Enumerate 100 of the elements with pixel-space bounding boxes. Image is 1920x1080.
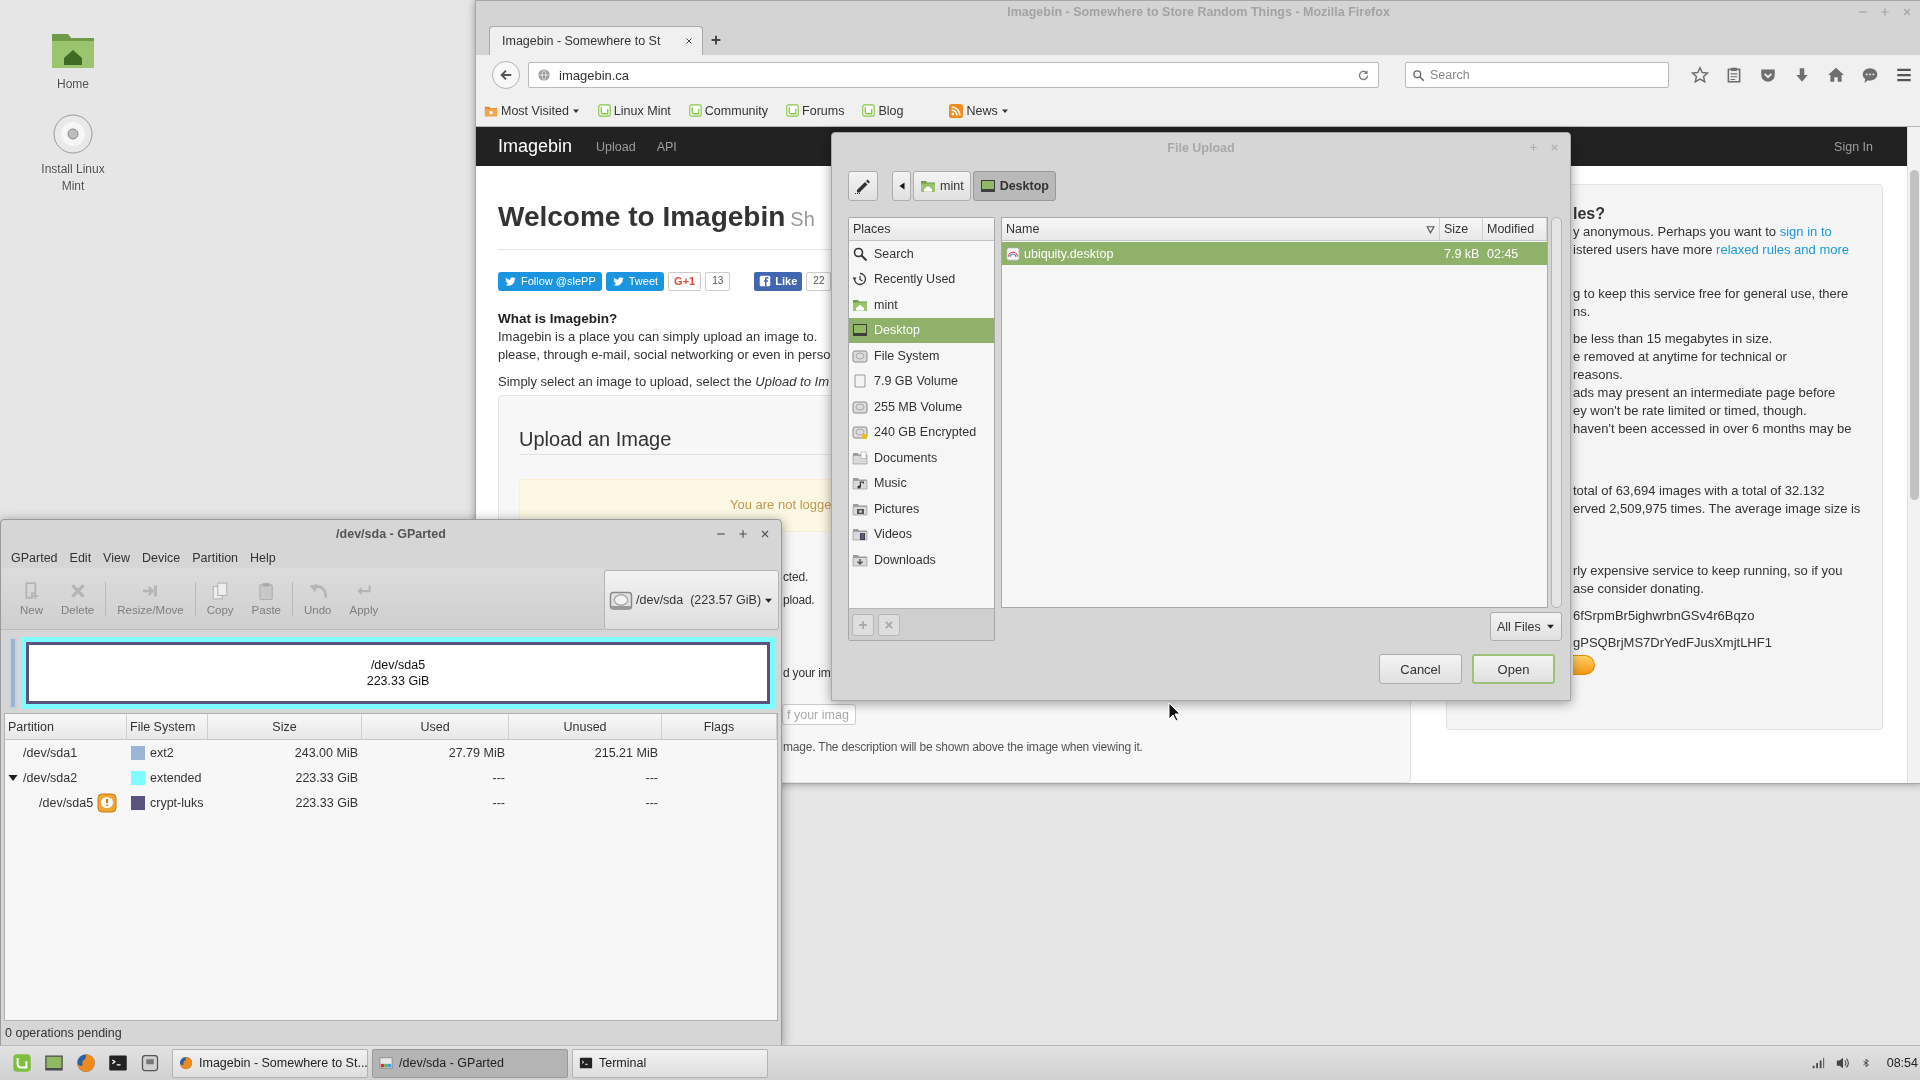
monitor-icon (979, 178, 996, 194)
path-button[interactable]: Desktop (972, 171, 1056, 201)
maximize-icon[interactable] (737, 528, 749, 540)
dialog-button[interactable]: Open (1472, 654, 1555, 684)
column-header[interactable]: Size (208, 714, 362, 739)
reload-icon[interactable] (1357, 68, 1370, 82)
undo-icon (308, 581, 327, 600)
disc-icon[interactable] (52, 113, 94, 155)
place-item[interactable]: Recently Used (849, 266, 994, 292)
new-tab-icon[interactable] (709, 33, 723, 47)
bookmark[interactable]: Linux Mint (595, 103, 673, 118)
dropdown-caret-icon (1546, 622, 1555, 631)
nav-link[interactable]: Upload (596, 139, 636, 154)
paragraph-line: be less than 15 megabytes in size. (1573, 330, 1773, 348)
bluetooth-icon[interactable] (1860, 1056, 1871, 1070)
bookmark[interactable]: Forums (784, 103, 847, 118)
place-item[interactable]: Downloads (849, 547, 994, 573)
place-item[interactable]: File System (849, 343, 994, 369)
signal-icon[interactable] (1810, 1056, 1825, 1070)
dialog-button[interactable]: Cancel (1379, 654, 1462, 684)
place-item[interactable]: 7.9 GB Volume (849, 368, 994, 394)
task-button[interactable]: Terminal (572, 1048, 768, 1078)
column-header[interactable]: Partition (5, 714, 127, 739)
star-icon[interactable] (1691, 66, 1709, 84)
place-item[interactable]: Pictures (849, 496, 994, 522)
documents-folder-icon (852, 449, 868, 466)
column-header[interactable]: File System (127, 714, 208, 739)
place-item[interactable]: 255 MB Volume (849, 394, 994, 420)
help-text: mage. The description will be shown above the image when viewing it. (783, 739, 1143, 756)
column-header[interactable]: Modified (1483, 218, 1547, 240)
task-button[interactable]: Imagebin - Somewhere to St... (172, 1048, 368, 1078)
place-item[interactable]: Videos (849, 521, 994, 547)
facebook-like-button[interactable]: Like (754, 271, 803, 291)
pencil-icon (854, 177, 872, 195)
column-header[interactable]: Used (362, 714, 509, 739)
plus-icon (858, 619, 868, 630)
menu-item[interactable]: View (97, 548, 136, 568)
bookmark[interactable]: News (947, 103, 1011, 118)
menu-item[interactable]: Help (244, 548, 282, 568)
donate-button[interactable] (1573, 655, 1595, 675)
menu-item[interactable]: Partition (186, 548, 245, 568)
clipboard-icon[interactable] (1725, 66, 1743, 84)
task-button[interactable]: /dev/sda - GParted (372, 1048, 568, 1078)
history-icon (852, 271, 868, 288)
clock[interactable]: 08:54 (1886, 1056, 1918, 1070)
menu-item[interactable]: GParted (5, 548, 64, 568)
close-icon[interactable] (684, 36, 694, 46)
terminal-icon (579, 1056, 593, 1070)
column-header: Places (849, 218, 994, 241)
page-icon (688, 104, 702, 117)
place-item[interactable]: Music (849, 470, 994, 496)
address-bar[interactable]: imagebin.ca (528, 62, 1379, 88)
table-cell: ext2 (150, 745, 174, 760)
bookmark[interactable]: Community (686, 103, 771, 118)
share-count: 22 (806, 271, 832, 291)
table-cell: extended (150, 770, 202, 785)
bookmark[interactable]: Most Visited (482, 103, 582, 118)
google-plus-button[interactable]: G+1 (668, 271, 702, 291)
search-icon (852, 245, 868, 262)
delete-icon (68, 581, 87, 600)
table-cell-text: --- (644, 770, 659, 785)
paragraph-line: Imagebin is a place you can simply upload an image to. (498, 328, 818, 346)
description-field[interactable]: f your imag (782, 704, 856, 725)
close-icon[interactable] (759, 528, 771, 540)
window-title: /dev/sda - GParted (336, 527, 446, 541)
place-item[interactable]: mint (849, 292, 994, 318)
feed-icon (949, 103, 964, 118)
home-icon[interactable] (1827, 66, 1845, 84)
home-folder-icon (920, 178, 936, 194)
page-subheading: Sh (790, 207, 815, 232)
chat-bubble-icon[interactable] (1861, 66, 1879, 84)
path-back-button[interactable] (892, 171, 911, 201)
bookmark[interactable]: Blog (860, 103, 906, 118)
menu-icon[interactable] (1895, 66, 1913, 84)
column-header[interactable]: Unused (509, 714, 662, 739)
path-button[interactable]: mint (913, 171, 971, 201)
menu-item[interactable]: Edit (63, 548, 98, 568)
type-location-button[interactable] (848, 171, 878, 201)
device-dropdown[interactable]: /dev/sda (223.57 GiB) (604, 570, 779, 630)
column-header[interactable]: Flags (662, 714, 777, 739)
browser-tab[interactable]: Imagebin - Somewhere to St (489, 26, 703, 55)
terminal-icon (108, 1053, 128, 1073)
sign-in-link[interactable]: Sign In (1834, 139, 1873, 154)
field-label: d your im (783, 665, 831, 682)
site-brand[interactable]: Imagebin (498, 136, 573, 157)
volume-icon[interactable] (1834, 1056, 1851, 1070)
nav-link[interactable]: API (656, 139, 677, 154)
paragraph-line: erved 2,509,975 times. The average image size is (1573, 500, 1861, 518)
table-cell: crypt-luks (150, 795, 204, 810)
paragraph-line: y anonymous. Perhaps you want to sign in to (1573, 223, 1832, 241)
table-cell-text: --- (644, 795, 659, 810)
column-header[interactable]: Name (1002, 218, 1440, 240)
back-button[interactable] (492, 61, 520, 89)
partition-label: /dev/sda5 (370, 657, 426, 673)
place-item[interactable]: Search (849, 241, 994, 267)
search-field[interactable]: Search (1405, 62, 1669, 88)
column-header[interactable]: Size (1440, 218, 1483, 240)
left-arrow-icon (897, 181, 906, 191)
menu-item[interactable]: Device (136, 548, 187, 568)
file-type-dropdown[interactable]: All Files (1490, 612, 1562, 641)
